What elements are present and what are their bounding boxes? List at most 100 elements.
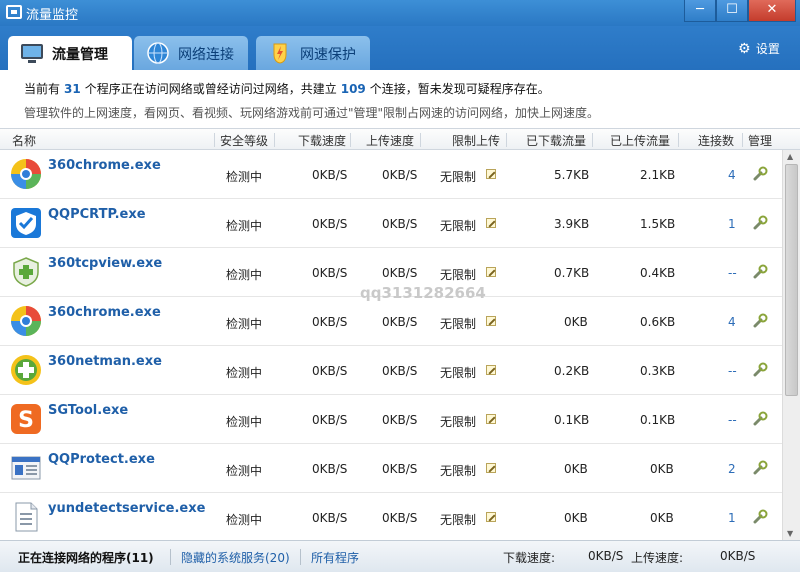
table-row[interactable]: 360chrome.exe 检测中 0KB/S 0KB/S 无限制 0KB 0.… <box>0 297 782 346</box>
scroll-up-arrow-icon[interactable]: ▲ <box>787 152 793 161</box>
col-limit-upload[interactable]: 限制上传 <box>452 132 500 149</box>
wrench-icon[interactable] <box>752 509 768 525</box>
uploaded-traffic: 0.4KB <box>640 266 676 280</box>
process-name[interactable]: QQPCRTP.exe <box>48 207 146 222</box>
status-divider <box>170 549 171 565</box>
edit-limit-icon[interactable] <box>486 463 496 473</box>
table-row[interactable]: QQPCRTP.exe 检测中 0KB/S 0KB/S 无限制 3.9KB 1.… <box>0 199 782 248</box>
connection-count[interactable]: 1 <box>728 511 736 525</box>
uploaded-traffic: 0.6KB <box>640 315 676 329</box>
security-level: 检测中 <box>226 170 263 184</box>
qqprotect-icon <box>11 456 41 480</box>
filter-all-programs[interactable]: 所有程序 <box>311 549 359 566</box>
col-downloaded[interactable]: 已下载流量 <box>526 132 586 149</box>
wrench-icon[interactable] <box>752 411 768 427</box>
connection-count[interactable]: -- <box>728 413 737 427</box>
upload-speed: 0KB/S <box>382 413 418 427</box>
tab-network-connections[interactable]: 网络连接 <box>134 36 248 70</box>
filter-hidden-system-services[interactable]: 隐藏的系统服务(20) <box>181 549 290 566</box>
connection-count[interactable]: -- <box>728 364 737 378</box>
uploaded-traffic: 0KB <box>650 462 674 476</box>
maximize-button[interactable]: ☐ <box>716 0 748 22</box>
tab-traffic-management[interactable]: 流量管理 <box>8 36 132 70</box>
col-manage[interactable]: 管理 <box>748 132 772 149</box>
edit-limit-icon[interactable] <box>486 218 496 228</box>
security-level: 检测中 <box>226 464 263 478</box>
tab-speed-protection[interactable]: 网速保护 <box>256 36 370 70</box>
table-row[interactable]: QQProtect.exe 检测中 0KB/S 0KB/S 无限制 0KB 0K… <box>0 444 782 493</box>
process-name[interactable]: SGTool.exe <box>48 403 128 418</box>
connection-count[interactable]: 4 <box>728 315 736 329</box>
wrench-icon[interactable] <box>752 362 768 378</box>
360netman-icon <box>11 355 41 385</box>
col-download-speed[interactable]: 下载速度 <box>298 132 346 149</box>
col-divider <box>678 133 679 147</box>
edit-limit-icon[interactable] <box>486 414 496 424</box>
edit-limit-icon[interactable] <box>486 512 496 522</box>
downloaded-traffic: 0.7KB <box>554 266 590 280</box>
wrench-icon[interactable] <box>752 313 768 329</box>
connection-count[interactable]: 1 <box>728 217 736 231</box>
settings-button[interactable]: ⚙ 设置 <box>738 40 780 57</box>
process-name[interactable]: 360chrome.exe <box>48 158 161 173</box>
upload-limit: 无限制 <box>440 170 477 184</box>
wrench-icon[interactable] <box>752 215 768 231</box>
col-uploaded[interactable]: 已上传流量 <box>610 132 670 149</box>
uploaded-traffic: 0.3KB <box>640 364 676 378</box>
col-security[interactable]: 安全等级 <box>220 132 268 149</box>
process-name[interactable]: QQProtect.exe <box>48 452 155 467</box>
title-bar: 流量监控 ─ ☐ ✕ <box>0 0 800 26</box>
table-row[interactable]: yundetectservice.exe 检测中 0KB/S 0KB/S 无限制… <box>0 493 782 540</box>
upload-limit: 无限制 <box>440 317 477 331</box>
downloaded-traffic: 3.9KB <box>554 217 590 231</box>
scroll-down-arrow-icon[interactable]: ▼ <box>787 529 793 538</box>
wrench-icon[interactable] <box>752 166 768 182</box>
globe-icon <box>147 42 169 64</box>
minimize-button[interactable]: ─ <box>684 0 716 22</box>
connection-count[interactable]: 4 <box>728 168 736 182</box>
download-speed: 0KB/S <box>312 511 348 525</box>
process-name[interactable]: 360netman.exe <box>48 354 162 369</box>
process-name[interactable]: 360chrome.exe <box>48 305 161 320</box>
col-connections[interactable]: 连接数 <box>698 132 734 149</box>
col-upload-speed[interactable]: 上传速度 <box>366 132 414 149</box>
uploaded-traffic: 0.1KB <box>640 413 676 427</box>
window-title: 流量监控 <box>26 8 79 23</box>
table-row[interactable]: 360netman.exe 检测中 0KB/S 0KB/S 无限制 0.2KB … <box>0 346 782 395</box>
col-divider <box>742 133 743 147</box>
security-level: 检测中 <box>226 268 263 282</box>
connection-count[interactable]: -- <box>728 266 737 280</box>
process-table: 名称 安全等级 下载速度 上传速度 限制上传 已下载流量 已上传流量 连接数 管… <box>0 128 800 540</box>
download-speed: 0KB/S <box>312 364 348 378</box>
filter-connecting-programs[interactable]: 正在连接网络的程序(11) <box>18 549 154 566</box>
total-upload-speed: 0KB/S <box>720 549 756 563</box>
edit-limit-icon[interactable] <box>486 316 496 326</box>
wrench-icon[interactable] <box>752 460 768 476</box>
svg-text:S: S <box>18 408 34 433</box>
table-row[interactable]: 360chrome.exe 检测中 0KB/S 0KB/S 无限制 5.7KB … <box>0 150 782 199</box>
table-row[interactable]: S SGTool.exe 检测中 0KB/S 0KB/S 无限制 0.1KB 0… <box>0 395 782 444</box>
process-name[interactable]: yundetectservice.exe <box>48 501 205 516</box>
360tcpview-icon <box>13 257 39 287</box>
close-button[interactable]: ✕ <box>748 0 796 22</box>
security-level: 检测中 <box>226 219 263 233</box>
col-divider <box>350 133 351 147</box>
sgtool-icon: S <box>11 404 41 434</box>
col-divider <box>420 133 421 147</box>
tab-label: 网络连接 <box>178 47 234 63</box>
edit-limit-icon[interactable] <box>486 365 496 375</box>
download-speed: 0KB/S <box>312 413 348 427</box>
scroll-thumb[interactable] <box>785 164 798 396</box>
wrench-icon[interactable] <box>752 264 768 280</box>
vertical-scrollbar[interactable]: ▲ ▼ <box>782 150 800 540</box>
downloaded-traffic: 0KB <box>564 462 588 476</box>
col-name[interactable]: 名称 <box>12 132 36 149</box>
edit-limit-icon[interactable] <box>486 267 496 277</box>
upload-speed: 0KB/S <box>382 364 418 378</box>
connection-count[interactable]: 2 <box>728 462 736 476</box>
download-speed: 0KB/S <box>312 462 348 476</box>
upload-speed: 0KB/S <box>382 266 418 280</box>
process-name[interactable]: 360tcpview.exe <box>48 256 162 271</box>
upload-speed: 0KB/S <box>382 217 418 231</box>
edit-limit-icon[interactable] <box>486 169 496 179</box>
